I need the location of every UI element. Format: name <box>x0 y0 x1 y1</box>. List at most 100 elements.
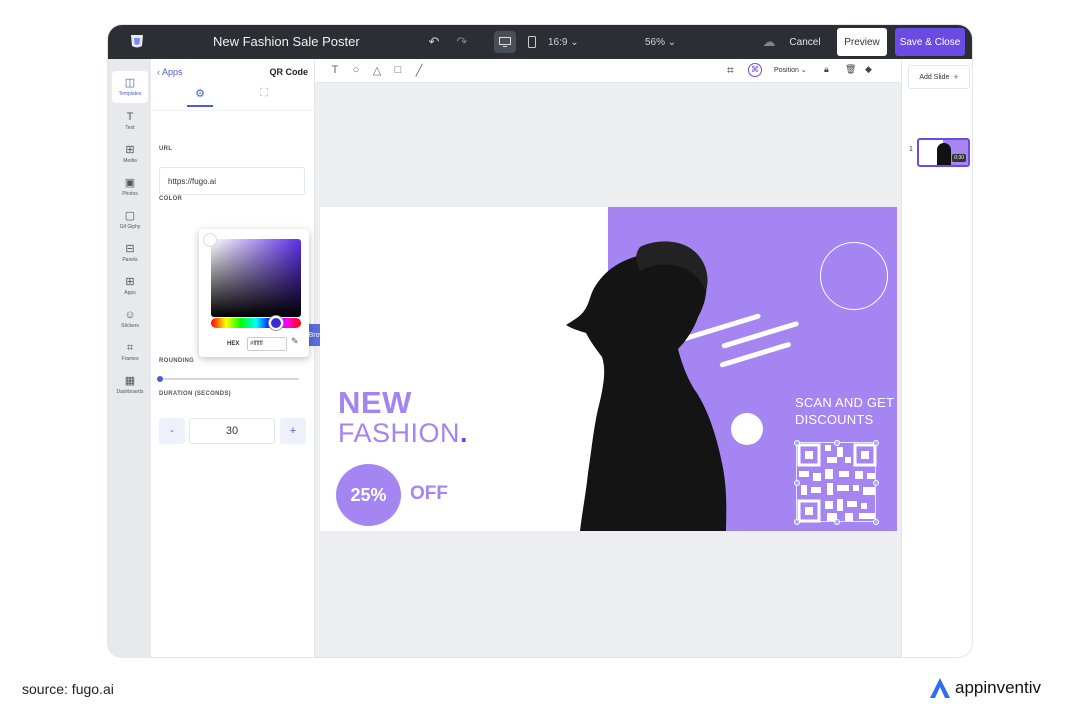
slider-thumb[interactable] <box>157 376 163 382</box>
cancel-button[interactable]: Cancel <box>780 29 830 55</box>
redo-icon[interactable]: ↷ <box>452 25 472 59</box>
brand-name: appinventiv <box>955 678 1042 697</box>
hue-slider[interactable] <box>211 316 301 330</box>
cloud-sync-icon: ☁ <box>762 34 776 49</box>
brand-logo: appinventiv <box>928 676 1041 700</box>
desktop-view-icon[interactable] <box>494 31 516 53</box>
discount-badge[interactable]: 25% <box>336 464 401 526</box>
resize-handle[interactable] <box>873 440 879 446</box>
duration-input[interactable]: 30 <box>189 418 275 444</box>
panel-title: QR Code <box>269 67 308 77</box>
color-label: COLOR <box>159 196 183 202</box>
hue-handle[interactable] <box>269 316 283 330</box>
layers-icon[interactable]: ◆ <box>865 64 872 75</box>
media-icon: ⊞ <box>125 144 135 156</box>
rectangle-tool-icon[interactable]: □ <box>391 64 405 76</box>
undo-icon[interactable]: ↶ <box>424 25 444 59</box>
panel-divider <box>151 110 315 111</box>
position-select[interactable]: Position ⌄ <box>774 66 807 74</box>
hex-input[interactable]: #ffffff <box>247 337 287 351</box>
circle-tool-icon[interactable]: ○ <box>349 64 363 76</box>
scan-text[interactable]: SCAN AND GET DISCOUNTS <box>795 394 895 428</box>
tab-settings[interactable]: ⚙ <box>187 87 213 107</box>
thumb-person <box>937 143 951 165</box>
rail-item-templates[interactable]: ◫ Templates <box>112 71 148 103</box>
slide-duration-badge: 0:30 <box>952 154 966 162</box>
panels-icon: ⊟ <box>125 243 135 255</box>
tool-rail: ◫ Templates T Text ⊞ Media ▣ Photos ▢ Gi… <box>108 59 151 657</box>
rail-item-dashboards[interactable]: ▦ Dashboards <box>112 369 148 401</box>
off-text[interactable]: OFF <box>410 483 448 505</box>
slide-number: 1 <box>909 146 913 153</box>
url-label: URL <box>159 146 173 152</box>
canvas-toolbar: T ○ △ □ ╱ ⌗ ⌘ Position ⌄ 🔒︎ 🗑︎ ◆ <box>315 59 901 83</box>
back-to-apps-link[interactable]: ‹ Apps <box>157 67 183 77</box>
poster-canvas[interactable]: NEW FASHION. 25% OFF SCAN AND GET DISCOU… <box>320 207 897 531</box>
slide-thumbnail[interactable]: 0:30 <box>917 138 970 167</box>
save-close-button[interactable]: Save & Close <box>895 28 965 56</box>
layout-icon: ⛶ <box>260 87 268 99</box>
rail-item-panels[interactable]: ⊟ Panels <box>112 237 148 269</box>
rail-item-text[interactable]: T Text <box>112 105 148 137</box>
crop-icon[interactable]: ⌗ <box>727 63 734 78</box>
frames-icon: ⌗ <box>126 342 134 354</box>
resize-handle[interactable] <box>834 519 840 525</box>
mobile-view-icon[interactable] <box>524 25 540 59</box>
duration-label: DURATION (SECONDS) <box>159 391 231 397</box>
url-input[interactable]: https://fugo.ai <box>159 167 305 195</box>
delete-icon[interactable]: 🗑︎ <box>845 64 856 75</box>
hex-label: HEX <box>227 341 240 347</box>
resize-handle[interactable] <box>794 480 800 486</box>
templates-icon: ◫ <box>124 77 136 89</box>
saturation-handle[interactable] <box>203 233 217 247</box>
rail-item-frames[interactable]: ⌗ Frames <box>112 336 148 368</box>
resize-handle[interactable] <box>794 519 800 525</box>
rail-item-giphy[interactable]: ▢ Gif Giphy <box>112 204 148 236</box>
eyedropper-icon[interactable]: ✎ <box>291 336 299 347</box>
headline-fashion[interactable]: FASHION. <box>338 418 468 449</box>
aspect-ratio-select[interactable]: 16:9 ⌄ <box>548 25 579 59</box>
text-icon: T <box>126 111 134 123</box>
qr-settings-panel: ‹ Apps QR Code ⚙ ⛶ URL https://fugo.ai C… <box>151 59 340 657</box>
resize-handle[interactable] <box>873 519 879 525</box>
apps-icon: ⊞ <box>125 276 135 288</box>
qr-app-icon[interactable]: ⌘ <box>748 63 762 77</box>
appinventiv-logo-icon <box>930 678 950 698</box>
text-tool-icon[interactable]: T <box>328 64 342 76</box>
duration-increment-button[interactable]: + <box>280 418 306 444</box>
document-title[interactable]: New Fashion Sale Poster <box>213 34 360 49</box>
preview-button[interactable]: Preview <box>837 28 887 56</box>
app-logo-icon[interactable] <box>128 32 146 50</box>
dashboards-icon: ▦ <box>124 375 136 387</box>
resize-handle[interactable] <box>873 480 879 486</box>
line-tool-icon[interactable]: ╱ <box>412 64 426 77</box>
slides-panel: Add Slide + 1 0:30 <box>901 59 972 657</box>
saturation-area[interactable] <box>211 239 301 317</box>
plus-icon: + <box>953 72 959 82</box>
zoom-select[interactable]: 56% ⌄ <box>645 25 676 59</box>
rail-item-media[interactable]: ⊞ Media <box>112 138 148 170</box>
model-photo[interactable] <box>560 237 740 531</box>
resize-handle[interactable] <box>834 440 840 446</box>
qr-code[interactable] <box>794 440 879 525</box>
stickers-icon: ☺ <box>124 309 136 321</box>
rail-item-stickers[interactable]: ☺ Stickers <box>112 303 148 335</box>
headline-new[interactable]: NEW <box>338 385 412 421</box>
giphy-icon: ▢ <box>124 210 136 222</box>
editor-window: New Fashion Sale Poster ↶ ↷ 16:9 ⌄ 56% ⌄… <box>108 25 972 657</box>
resize-handle[interactable] <box>794 440 800 446</box>
qr-code-graphic <box>797 443 877 523</box>
rounding-slider[interactable] <box>157 376 299 382</box>
add-slide-button[interactable]: Add Slide + <box>908 65 970 89</box>
rounding-label: ROUNDING <box>159 358 195 364</box>
rail-item-apps[interactable]: ⊞ Apps <box>112 270 148 302</box>
triangle-tool-icon[interactable]: △ <box>370 64 384 77</box>
rail-item-photos[interactable]: ▣ Photos <box>112 171 148 203</box>
gear-icon: ⚙ <box>195 88 205 100</box>
duration-decrement-button[interactable]: - <box>159 418 185 444</box>
lock-icon[interactable]: 🔒︎ <box>824 64 829 75</box>
top-bar: New Fashion Sale Poster ↶ ↷ 16:9 ⌄ 56% ⌄… <box>108 25 972 59</box>
source-caption: source: fugo.ai <box>22 681 114 697</box>
tab-layout[interactable]: ⛶ <box>251 87 277 107</box>
decorative-ring[interactable] <box>820 242 888 310</box>
